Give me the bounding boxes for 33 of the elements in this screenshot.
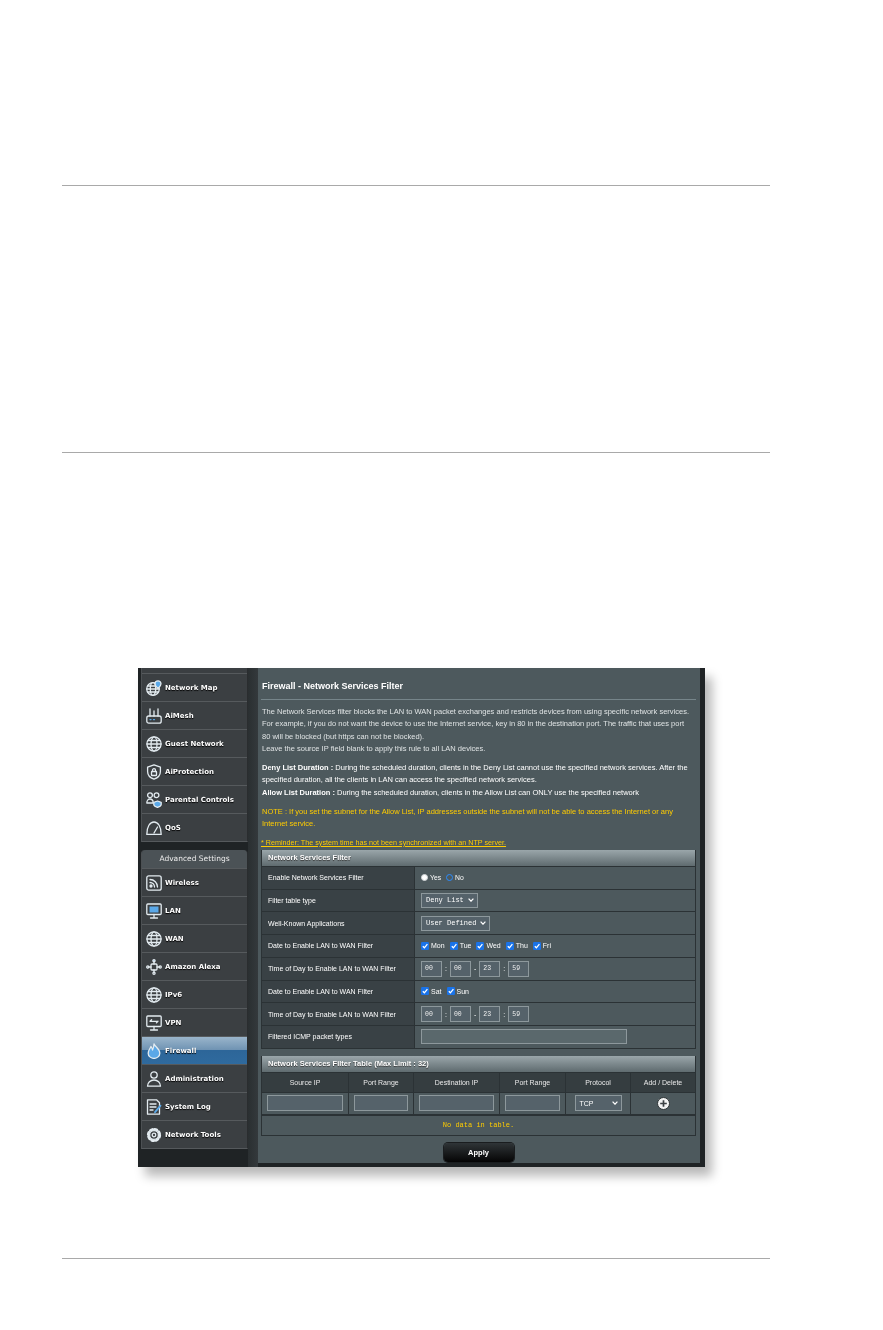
caret-icon [611,1101,618,1106]
checkbox[interactable] [449,941,458,950]
person-icon [146,1070,162,1087]
monitor-icon [146,902,162,919]
monitor-icon [146,1014,162,1031]
globe-icon [146,986,162,1003]
router-icon [146,707,162,724]
globe-icon [146,735,162,752]
page-title: Firewall - Network Services Filter [261,680,404,692]
input-field[interactable] [419,1095,494,1112]
people-icon [146,791,162,808]
checkbox[interactable] [421,941,429,950]
gauge-icon [146,819,162,836]
input-field[interactable] [354,1095,408,1112]
globe-icon [146,930,162,947]
checkbox[interactable] [505,941,514,950]
input-field[interactable] [505,1095,560,1112]
text-field[interactable] [421,1029,627,1045]
flame-icon [146,1042,162,1059]
wifi-icon [146,874,162,891]
globe-pin-icon [146,679,162,696]
add-icon[interactable] [656,1096,670,1110]
network-icon [146,958,162,975]
caret-icon [480,921,487,926]
caret-icon [467,898,474,903]
checkbox[interactable] [476,941,485,950]
gear-icon [146,1126,162,1143]
input-field[interactable] [267,1095,343,1112]
checkbox[interactable] [446,987,455,996]
checkbox[interactable] [532,941,541,950]
document-icon [146,1098,162,1115]
checkbox[interactable] [421,987,429,996]
shield-icon [146,763,162,780]
